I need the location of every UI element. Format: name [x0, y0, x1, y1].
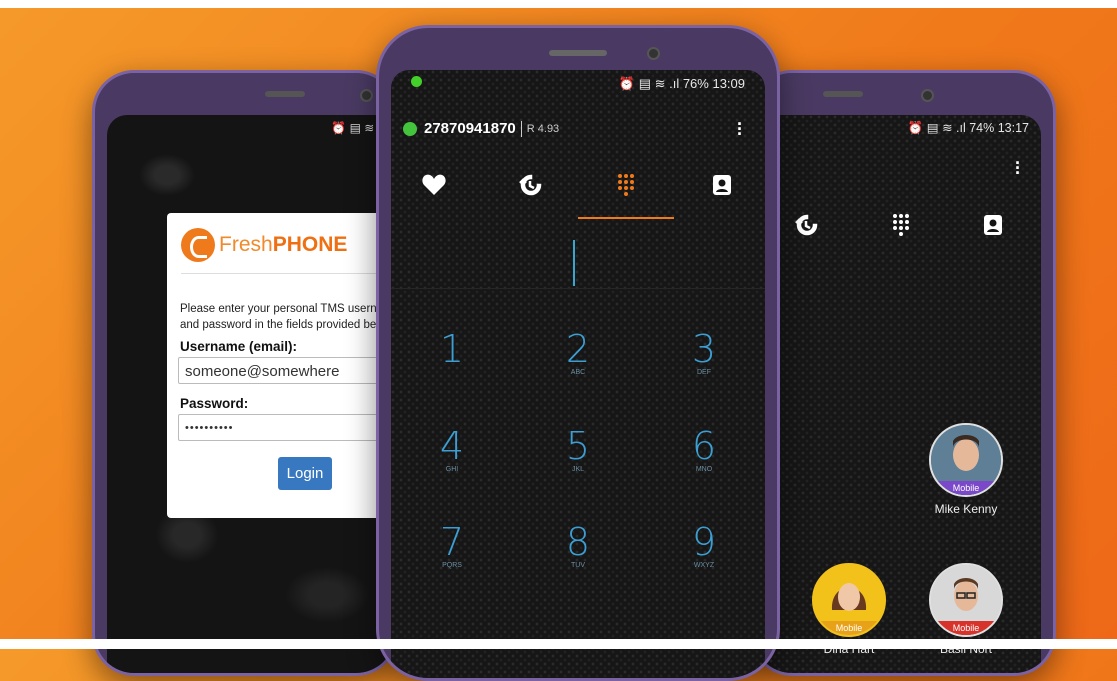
front-camera	[360, 89, 373, 102]
dial-key-3[interactable]: 3 DEF	[669, 330, 739, 376]
avatar: Mobile	[929, 563, 1003, 637]
username-label: Username (email):	[180, 339, 298, 354]
contact-name: Mike Kenny	[934, 502, 998, 516]
history-icon[interactable]	[515, 170, 545, 200]
contact-card[interactable]: Mobile Mike Kenny	[921, 423, 1011, 516]
key-letters: JKL	[571, 466, 585, 473]
notification-led	[411, 76, 422, 87]
key-digit: 8	[565, 520, 591, 564]
freshphone-logo: Fresh PHONE	[181, 223, 347, 267]
logo-text-phone: PHONE	[272, 233, 348, 256]
contact-type-badge: Mobile	[931, 621, 1001, 635]
tab-bar	[391, 170, 765, 215]
account-balance: R 4.93	[526, 122, 560, 135]
speaker-grille	[823, 91, 863, 97]
key-digit: 6	[691, 424, 717, 468]
contacts-screen: ⏰ ▤ ≋ .ıl 74% 13:17 · · · Mobile Mike Kenn…	[753, 115, 1041, 673]
key-digit: 4	[439, 424, 465, 468]
avatar: Mobile	[929, 423, 1003, 497]
key-digit-cropped	[543, 618, 613, 630]
contacts-icon[interactable]	[707, 170, 737, 200]
key-letters: MNO	[695, 466, 713, 473]
status-icons: ⏰ ▤ ≋ .ıl	[907, 121, 970, 135]
dialpad-icon[interactable]	[886, 210, 916, 240]
dial-key-9[interactable]: 9 WXYZ	[669, 523, 739, 569]
dial-key-4[interactable]: 4 GHI	[417, 427, 487, 473]
status-text: 76% 13:09	[682, 76, 745, 91]
more-vert-icon[interactable]: · · ·	[1015, 154, 1021, 182]
status-icons: ⏰ ▤ ≋ .ıl	[618, 76, 683, 91]
dial-key-7[interactable]: 7 PQRS	[417, 523, 487, 569]
dial-key-1[interactable]: 1	[417, 330, 487, 369]
left-phone: ⏰ ▤ ≋ .ıl Fresh PHONE Please enter your p…	[92, 70, 398, 676]
history-icon[interactable]	[791, 210, 821, 240]
contacts-icon[interactable]	[978, 210, 1008, 240]
dial-key-5[interactable]: 5 JKL	[543, 427, 613, 473]
dial-key-6[interactable]: 6 MNO	[669, 427, 739, 473]
dialer-screen: ⏰ ▤ ≋ .ıl 76% 13:09 27870941870 R 4.93 ·…	[391, 70, 765, 678]
front-camera	[647, 47, 660, 60]
favorites-heart-icon[interactable]	[419, 170, 449, 200]
account-number: 27870941870	[424, 120, 516, 137]
speaker-grille	[265, 91, 305, 97]
divider	[181, 273, 395, 274]
key-digit: 7	[439, 520, 465, 564]
key-digit: 1	[439, 327, 465, 371]
more-vert-icon[interactable]: · · ·	[737, 115, 743, 143]
login-card: Fresh PHONE Please enter your personal TM…	[167, 213, 395, 518]
online-status-icon	[403, 121, 417, 136]
account-bar: 27870941870 R 4.93	[403, 120, 559, 137]
login-button[interactable]: Login	[278, 457, 332, 490]
password-label: Password:	[180, 396, 249, 411]
key-letters: PQRS	[442, 562, 462, 569]
key-digit: 2	[565, 327, 591, 371]
key-digit: 9	[691, 520, 717, 564]
active-tab-indicator	[578, 217, 674, 219]
top-border	[0, 0, 1117, 8]
logo-text-fresh: Fresh	[219, 233, 273, 256]
status-bar: ⏰ ▤ ≋ .ıl 76% 13:09	[619, 76, 745, 92]
separator	[520, 120, 522, 137]
status-text: 74% 13:17	[969, 121, 1029, 135]
contact-type-badge: Mobile	[931, 481, 1001, 495]
bottom-border	[0, 639, 1117, 649]
key-letters: TUV	[571, 562, 585, 569]
key-letters: GHI	[445, 466, 459, 473]
speaker-grille	[549, 50, 607, 56]
intro-line-1: Please enter your personal TMS usern	[180, 303, 377, 315]
tab-bar	[753, 210, 1041, 240]
intro-line-2: and password in the fields provided be	[180, 319, 377, 331]
middle-phone: ⏰ ▤ ≋ .ıl 76% 13:09 27870941870 R 4.93 ·…	[376, 25, 780, 681]
contact-type-badge: Mobile	[814, 621, 884, 635]
key-letters: WXYZ	[693, 562, 715, 569]
intro-text: Please enter your personal TMS usern and…	[180, 301, 395, 333]
text-cursor	[573, 240, 575, 286]
key-letters: ABC	[570, 369, 586, 376]
username-field[interactable]: someone@somewhere	[178, 357, 395, 384]
login-screen: ⏰ ▤ ≋ .ıl Fresh PHONE Please enter your p…	[107, 115, 395, 673]
password-field[interactable]: ••••••••••	[178, 414, 395, 441]
right-phone: ⏰ ▤ ≋ .ıl 74% 13:17 · · · Mobile Mike Kenn…	[750, 70, 1056, 676]
dial-key-partial[interactable]	[543, 618, 613, 630]
dial-key-2[interactable]: 2 ABC	[543, 330, 613, 376]
front-camera	[921, 89, 934, 102]
key-letters: DEF	[697, 369, 711, 376]
key-digit: 3	[691, 327, 717, 371]
avatar: Mobile	[812, 563, 886, 637]
dial-key-8[interactable]: 8 TUV	[543, 523, 613, 569]
status-bar: ⏰ ▤ ≋ .ıl 74% 13:17	[908, 120, 1029, 136]
key-digit: 5	[565, 424, 591, 468]
number-display-divider	[391, 288, 765, 289]
logo-mark-icon	[181, 228, 215, 262]
dialpad-icon[interactable]	[611, 170, 641, 200]
